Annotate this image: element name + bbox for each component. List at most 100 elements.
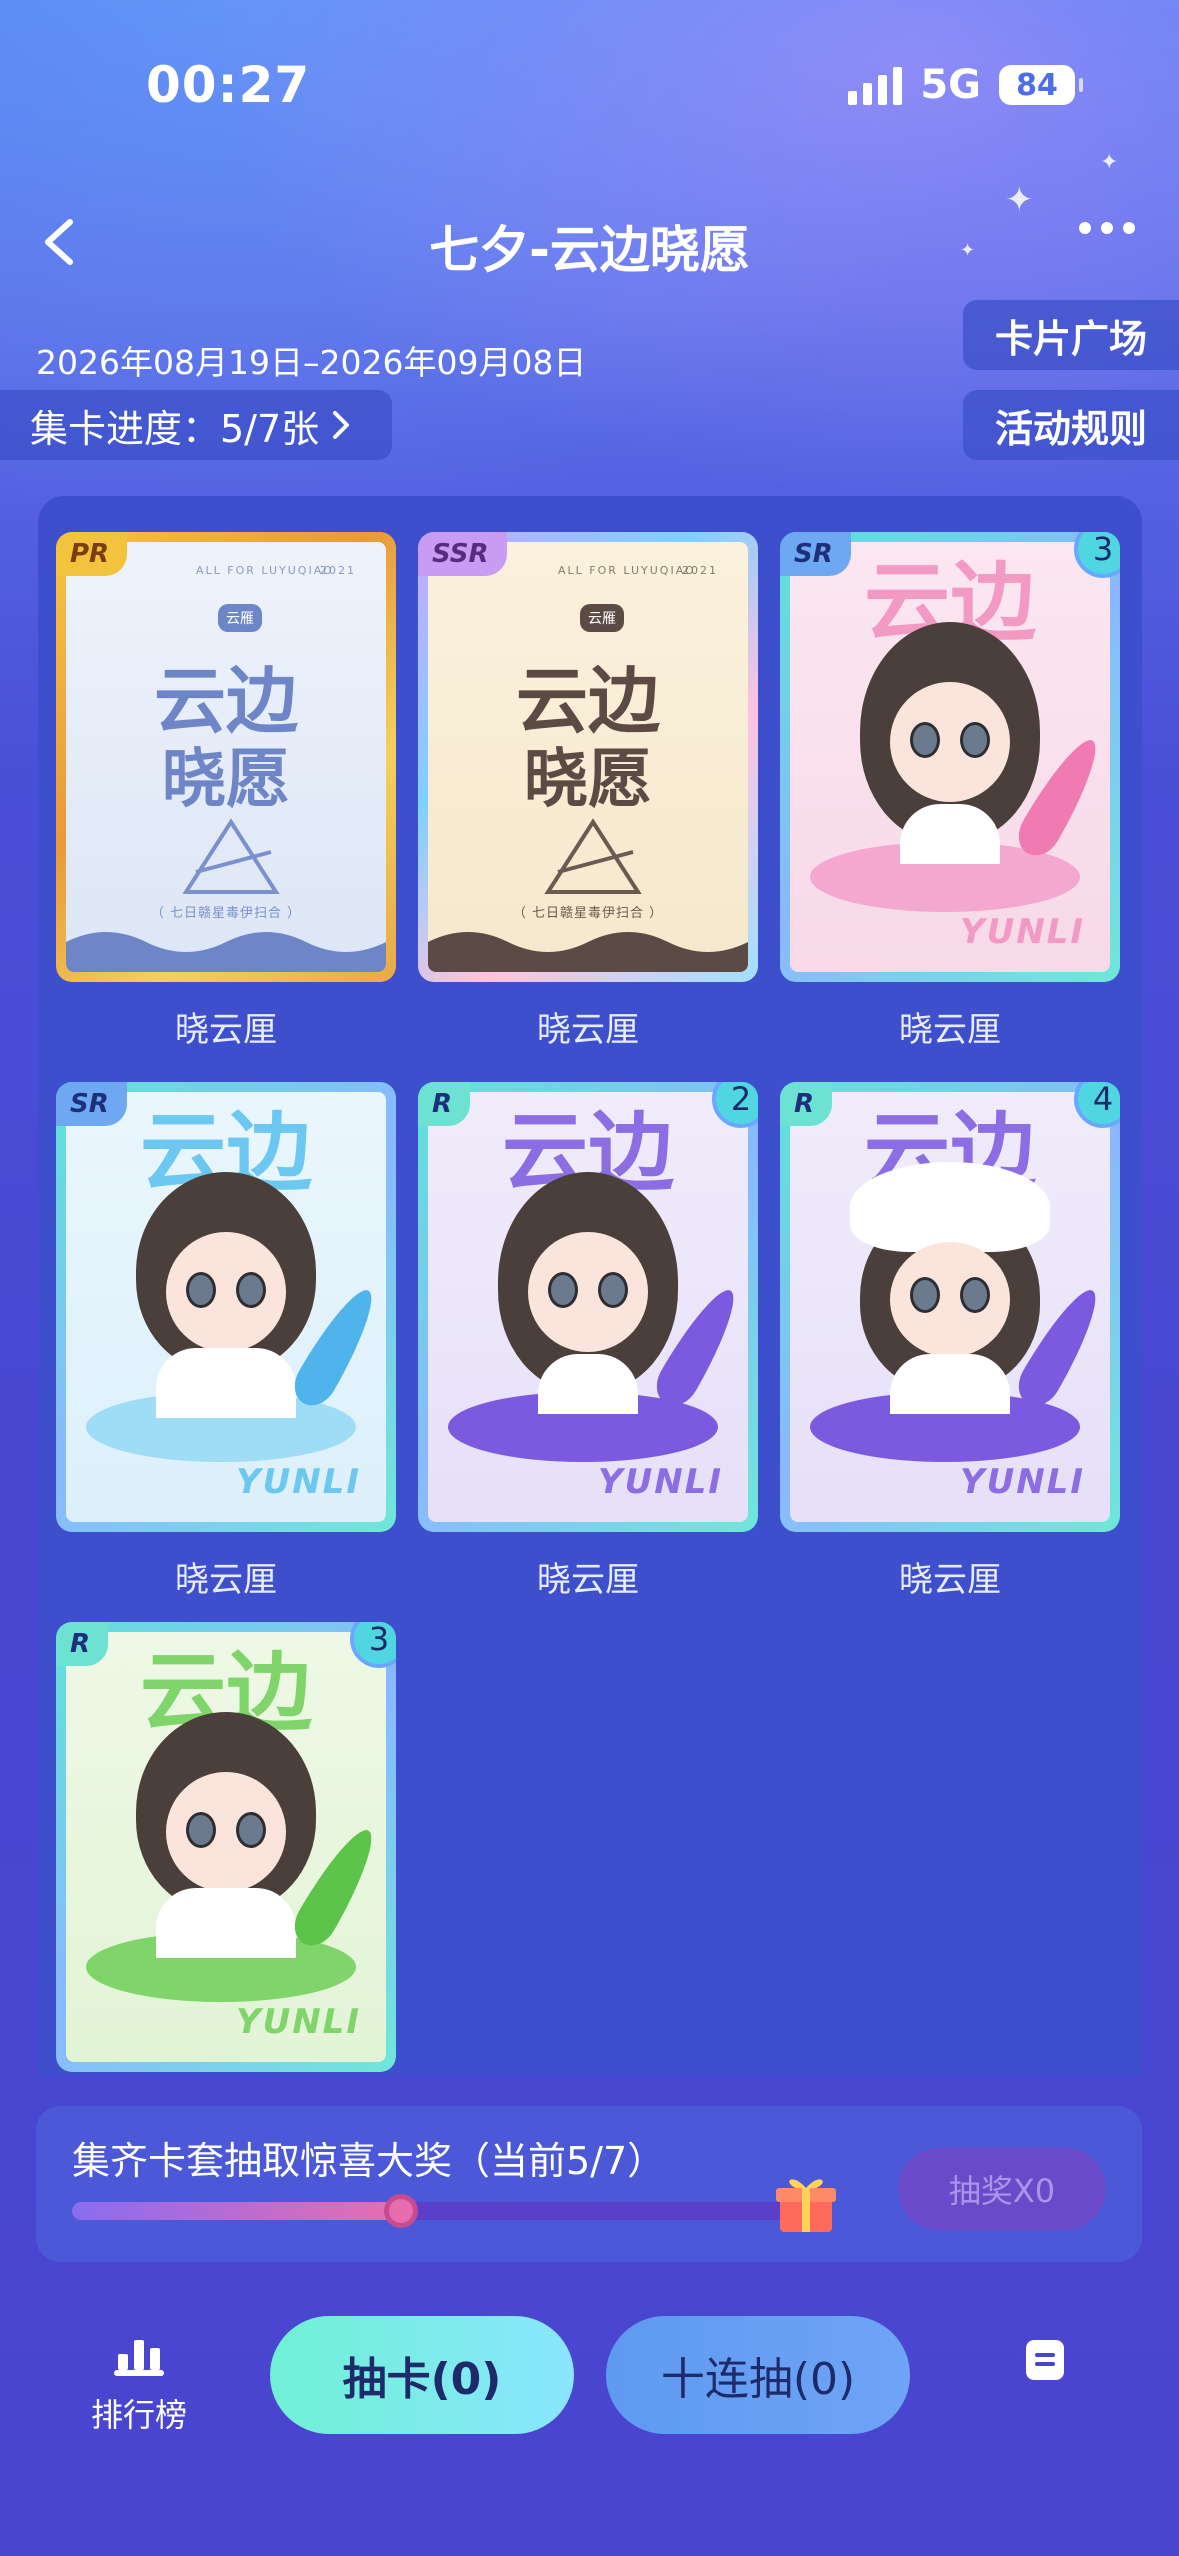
battery-icon: 84 bbox=[999, 65, 1083, 105]
page-title: 七夕-云边晓愿 bbox=[429, 221, 750, 279]
leaderboard-icon bbox=[114, 2340, 164, 2376]
ruler-icon bbox=[182, 818, 280, 894]
document-icon bbox=[1026, 2340, 1064, 2380]
rarity-badge: SR bbox=[780, 532, 851, 576]
character-eye bbox=[910, 722, 940, 758]
status-time: 00:27 bbox=[146, 56, 311, 114]
card-item[interactable]: PR ALL FOR LUYUQIAO 2021 云雁 云边 晓愿 （ 七日赣星… bbox=[56, 532, 396, 1051]
card-item[interactable]: R 3 云边 YUNLI bbox=[56, 1622, 396, 2072]
ten-draw-button[interactable]: 十连抽(0) bbox=[606, 2316, 910, 2434]
character-eye bbox=[548, 1272, 578, 1308]
card-caption: ALL FOR LUYUQIAO bbox=[196, 564, 334, 577]
dot-icon bbox=[1101, 222, 1113, 234]
character-eye bbox=[236, 1272, 266, 1308]
card-tag: 云雁 bbox=[218, 604, 262, 632]
character-face bbox=[528, 1232, 648, 1352]
character-eye bbox=[186, 1812, 216, 1848]
event-date-range: 2026年08月19日–2026年09月08日 bbox=[36, 343, 587, 382]
single-draw-button[interactable]: 抽卡(0) bbox=[270, 2316, 574, 2434]
card-frame: PR ALL FOR LUYUQIAO 2021 云雁 云边 晓愿 （ 七日赣星… bbox=[56, 532, 396, 982]
character-face bbox=[166, 1232, 286, 1352]
card-tag: 云雁 bbox=[580, 604, 624, 632]
ruler-icon bbox=[544, 818, 642, 894]
rarity-badge: SR bbox=[56, 1082, 127, 1126]
gift-icon bbox=[776, 2179, 836, 2232]
leaderboard-label: 排行榜 bbox=[90, 2396, 187, 2434]
card-brand: YUNLI bbox=[960, 1462, 1085, 1502]
character-eye bbox=[598, 1272, 628, 1308]
collection-progress-button[interactable]: 集卡进度：5/7张 bbox=[0, 390, 392, 460]
card-footer: （ 七日赣星毒伊扫合 ） bbox=[512, 906, 664, 921]
character-eye bbox=[960, 1277, 990, 1313]
card-year: 2021 bbox=[320, 564, 356, 577]
battery-level: 84 bbox=[1016, 67, 1058, 103]
card-collection-panel: PR ALL FOR LUYUQIAO 2021 云雁 云边 晓愿 （ 七日赣星… bbox=[38, 496, 1142, 2076]
rules-button[interactable]: 活动规则 bbox=[963, 390, 1179, 460]
card-plaza-button[interactable]: 卡片广场 bbox=[963, 300, 1179, 370]
card-logo-line2: 晓愿 bbox=[162, 743, 290, 817]
card-artwork: 云边 YUNLI bbox=[790, 542, 1110, 972]
card-artwork: ALL FOR LUYUQIAO 2021 云雁 云边 晓愿 （ 七日赣星毒伊扫… bbox=[66, 542, 386, 972]
card-item[interactable]: SSR ALL FOR LUYUQIAO 2021 云雁 云边 晓愿 （ 七日赣… bbox=[418, 532, 758, 1051]
card-frame: R 2 云边 YUNLI bbox=[418, 1082, 758, 1532]
wave-decoration bbox=[428, 932, 748, 972]
card-name: 晓云厘 bbox=[899, 1560, 1001, 1600]
character-body bbox=[890, 1354, 1010, 1414]
reward-progress-knob bbox=[383, 2194, 418, 2228]
character-eye bbox=[186, 1272, 216, 1308]
card-artwork: 云边 YUNLI bbox=[66, 1632, 386, 2062]
network-type: 5G bbox=[920, 62, 981, 108]
rarity-badge: R bbox=[418, 1082, 471, 1126]
chevron-right-icon bbox=[333, 411, 350, 439]
signal-icon bbox=[848, 65, 903, 105]
card-frame: SR 3 云边 YUNLI bbox=[780, 532, 1120, 982]
card-frame: SR 云边 YUNLI bbox=[56, 1082, 396, 1532]
wave-decoration bbox=[66, 932, 386, 972]
sparkle-icon: ✦ bbox=[1100, 150, 1119, 175]
card-artwork: 云边 YUNLI bbox=[790, 1092, 1110, 1522]
card-name: 晓云厘 bbox=[537, 1560, 639, 1600]
card-artwork: ALL FOR LUYUQIAO 2021 云雁 云边 晓愿 （ 七日赣星毒伊扫… bbox=[428, 542, 748, 972]
card-logo-line2: 晓愿 bbox=[524, 743, 652, 817]
rarity-badge: SSR bbox=[418, 532, 507, 576]
leaderboard-button[interactable]: 排行榜 bbox=[84, 2334, 194, 2436]
character-eye bbox=[910, 1277, 940, 1313]
card-item[interactable]: SR 云边 YUNLI 晓云厘 bbox=[56, 1082, 396, 1601]
card-item[interactable]: R 4 云边 YUNLI 晓云厘 bbox=[780, 1082, 1120, 1601]
rarity-badge: R bbox=[780, 1082, 833, 1126]
character-face bbox=[890, 682, 1010, 802]
character-eye bbox=[236, 1812, 266, 1848]
card-brand: YUNLI bbox=[236, 1462, 361, 1502]
reward-progress-bar bbox=[72, 2194, 802, 2228]
card-brand: YUNLI bbox=[960, 912, 1085, 952]
card-name: 晓云厘 bbox=[537, 1010, 639, 1050]
collection-progress-label: 集卡进度：5/7张 bbox=[30, 406, 320, 451]
card-caption: ALL FOR LUYUQIAO bbox=[558, 564, 696, 577]
card-item[interactable]: SR 3 云边 YUNLI 晓云厘 bbox=[780, 532, 1120, 1051]
rarity-badge: R bbox=[56, 1622, 109, 1666]
character-body bbox=[538, 1354, 638, 1414]
card-footer: （ 七日赣星毒伊扫合 ） bbox=[150, 906, 302, 921]
card-artwork: 云边 YUNLI bbox=[428, 1092, 748, 1522]
card-year: 2021 bbox=[682, 564, 718, 577]
character-hat bbox=[850, 1162, 1050, 1252]
card-name: 晓云厘 bbox=[899, 1010, 1001, 1050]
card-brand: YUNLI bbox=[236, 2002, 361, 2042]
card-frame: SSR ALL FOR LUYUQIAO 2021 云雁 云边 晓愿 （ 七日赣… bbox=[418, 532, 758, 982]
card-artwork: 云边 YUNLI bbox=[66, 1092, 386, 1522]
record-button[interactable] bbox=[1024, 2338, 1066, 2382]
dot-icon bbox=[1079, 222, 1091, 234]
card-frame: R 3 云边 YUNLI bbox=[56, 1622, 396, 2072]
character-eye bbox=[960, 722, 990, 758]
status-indicators: 5G 84 bbox=[848, 62, 1083, 108]
card-name: 晓云厘 bbox=[175, 1560, 277, 1600]
reward-title: 集齐卡套抽取惊喜大奖（当前5/7） bbox=[72, 2139, 666, 2183]
character-face bbox=[166, 1772, 286, 1892]
character-body bbox=[156, 1888, 296, 1958]
more-options-button[interactable] bbox=[1079, 222, 1135, 234]
lottery-draw-button[interactable]: 抽奖X0 bbox=[898, 2148, 1106, 2230]
rarity-badge: PR bbox=[56, 532, 128, 576]
card-item[interactable]: R 2 云边 YUNLI 晓云厘 bbox=[418, 1082, 758, 1601]
reward-progress-fill bbox=[72, 2202, 401, 2220]
character-body bbox=[900, 804, 1000, 864]
